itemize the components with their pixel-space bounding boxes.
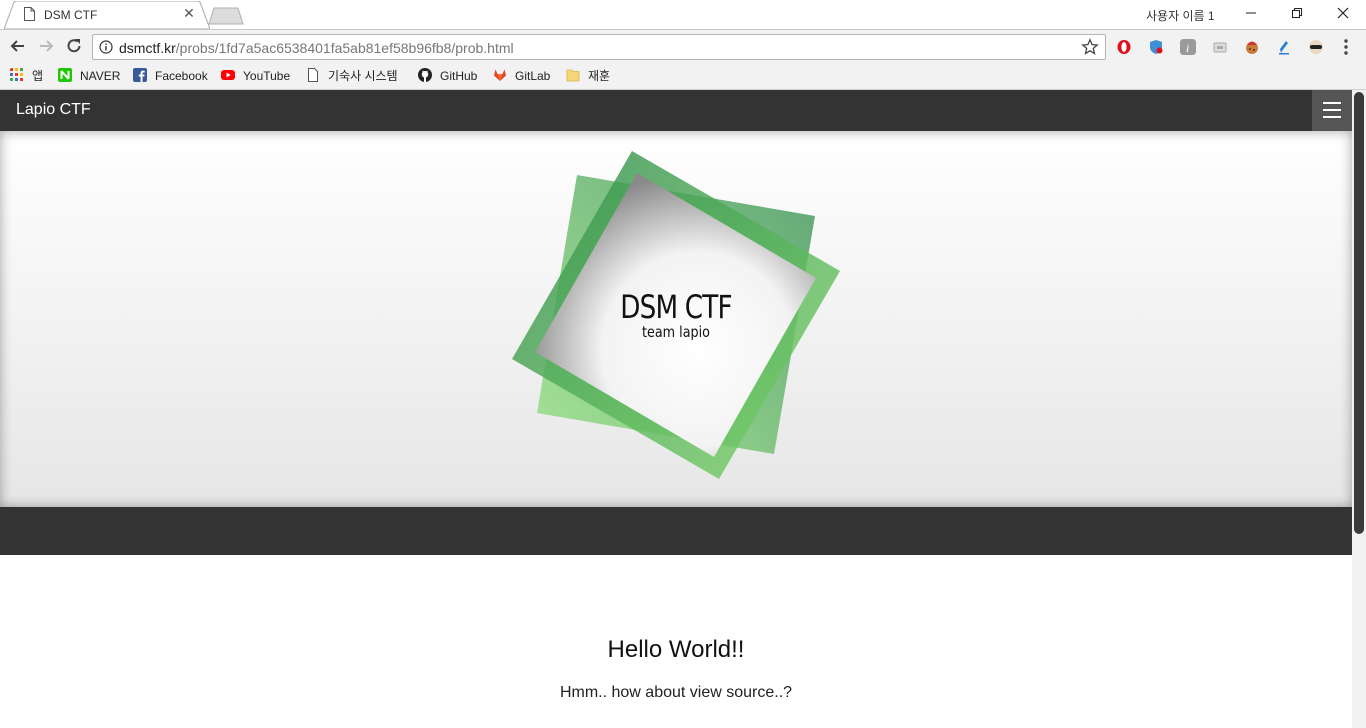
- address-bar[interactable]: dsmctf.kr/probs/1fd7a5ac6538401fa5ab81ef…: [92, 34, 1106, 60]
- browser-toolbar: dsmctf.kr/probs/1fd7a5ac6538401fa5ab81ef…: [0, 29, 1366, 62]
- page-paragraph: Hmm.. how about view source..?: [559, 684, 793, 701]
- minimize-icon: [1246, 12, 1256, 14]
- mask-extension-icon[interactable]: [1308, 39, 1324, 55]
- bookmark-label: 재훈: [588, 69, 611, 83]
- bookmark-label: GitLab: [515, 69, 551, 83]
- menu-bar: [1323, 102, 1341, 104]
- url-host: dsmctf.kr: [119, 40, 176, 56]
- bookmark-gitlab[interactable]: GitLab: [493, 68, 550, 84]
- url-path: /probs/1fd7a5ac6538401fa5ab81ef58b96fb8/…: [175, 40, 514, 56]
- bookmark-label: YouTube: [243, 69, 291, 83]
- facebook-icon: [133, 68, 147, 82]
- folder-icon: [566, 69, 580, 82]
- tab-close-icon[interactable]: ✕: [182, 6, 196, 20]
- tab-title: DSM CTF: [44, 8, 98, 22]
- url-text[interactable]: dsmctf.kr/probs/1fd7a5ac6538401fa5ab81ef…: [119, 40, 514, 56]
- bookmark-label: 기숙사 시스템: [328, 69, 398, 83]
- dark-strip: [0, 507, 1352, 555]
- info-extension-icon[interactable]: i: [1180, 39, 1196, 55]
- message-extension-icon[interactable]: [1212, 39, 1228, 55]
- github-icon: [418, 68, 432, 82]
- page-icon: [24, 7, 35, 21]
- page-scrollbar[interactable]: [1352, 90, 1366, 728]
- shield-extension-icon[interactable]: [1148, 39, 1164, 55]
- info-icon[interactable]: [99, 40, 113, 54]
- scroll-thumb[interactable]: [1354, 92, 1364, 534]
- bookmark-youtube[interactable]: YouTube: [221, 68, 290, 84]
- reload-icon[interactable]: [64, 36, 84, 56]
- site-navbar: Lapio CTF: [0, 90, 1352, 131]
- restore-button[interactable]: [1274, 0, 1320, 29]
- bookmark-facebook[interactable]: Facebook: [133, 68, 208, 84]
- pencil-extension-icon[interactable]: [1276, 39, 1292, 55]
- opera-extension-icon[interactable]: [1116, 39, 1132, 55]
- page-viewport: Lapio CTF DSM CTF team lapio Hello World…: [0, 90, 1352, 728]
- browser-titlebar: DSM CTF ✕ 사용자 이름 1: [0, 0, 1366, 29]
- bookmark-apps[interactable]: 앱: [10, 68, 43, 84]
- naver-icon: [58, 68, 72, 82]
- menu-bar: [1323, 116, 1341, 118]
- bookmark-label: NAVER: [80, 69, 121, 83]
- profile-name[interactable]: 사용자 이름 1: [1146, 7, 1215, 24]
- restore-icon: [1292, 8, 1302, 18]
- bookmark-github[interactable]: GitHub: [418, 68, 477, 84]
- page-icon: [308, 68, 318, 82]
- close-icon: [1337, 7, 1349, 19]
- menu-bar: [1323, 109, 1341, 111]
- minimize-button[interactable]: [1228, 0, 1274, 29]
- bookmark-star-icon[interactable]: [1081, 38, 1099, 56]
- apps-grid-icon: [10, 68, 23, 81]
- back-arrow-icon[interactable]: [8, 36, 28, 56]
- close-window-button[interactable]: [1320, 0, 1366, 29]
- bookmark-dormitory[interactable]: 기숙사 시스템: [306, 68, 398, 84]
- bookmark-label: Facebook: [155, 69, 208, 83]
- bookmark-label: 앱: [32, 69, 44, 83]
- svg-text:i: i: [1186, 41, 1189, 55]
- logo-title: DSM CTF: [620, 288, 732, 326]
- bookmark-naver[interactable]: NAVER: [58, 68, 120, 84]
- site-brand[interactable]: Lapio CTF: [16, 101, 91, 119]
- logo-subtitle: team lapio: [642, 323, 710, 341]
- page-heading: Hello World!!: [607, 636, 745, 663]
- bookmarks-bar: 앱 NAVER Facebook YouTube 기숙사 시스템 GitHub …: [0, 62, 1366, 90]
- cookie-extension-icon[interactable]: [1244, 39, 1260, 55]
- youtube-icon: [221, 70, 235, 80]
- menu-dots-icon[interactable]: [1342, 38, 1350, 56]
- gitlab-icon: [494, 69, 506, 81]
- hamburger-menu-button[interactable]: [1312, 90, 1352, 131]
- bookmark-folder[interactable]: 재훈: [566, 68, 610, 84]
- forward-arrow-icon[interactable]: [36, 36, 56, 56]
- bookmark-label: GitHub: [440, 69, 478, 83]
- new-tab-button[interactable]: [208, 7, 244, 25]
